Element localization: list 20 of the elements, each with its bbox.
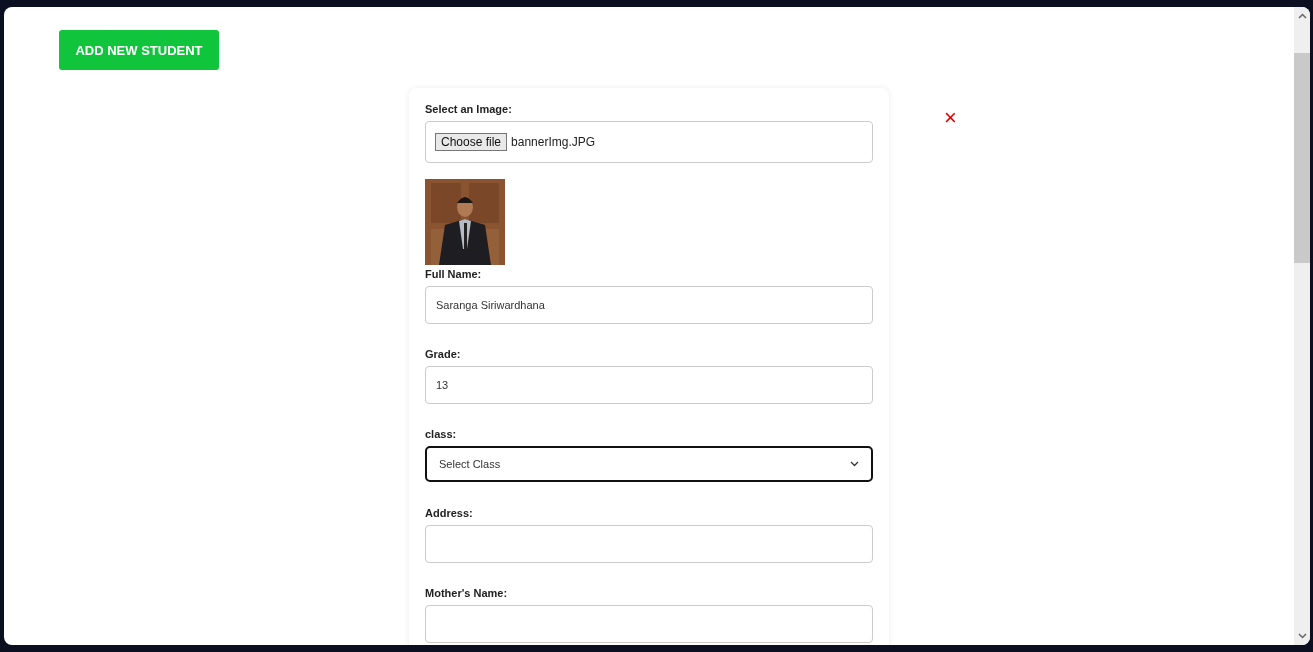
field-label: Grade: [425, 347, 462, 361]
field-label: Address: [425, 506, 474, 520]
scrollbar[interactable] [1294, 7, 1310, 645]
scroll-up-icon[interactable] [1297, 13, 1307, 19]
chevron-down-icon [850, 461, 859, 467]
scroll-down-icon[interactable] [1297, 633, 1307, 639]
file-input[interactable]: Choose file bannerImg.JPG [425, 121, 873, 163]
select-dropdown[interactable]: Select Class [425, 446, 873, 482]
text-input[interactable] [425, 525, 873, 563]
file-name: bannerImg.JPG [511, 135, 596, 149]
choose-file-button[interactable]: Choose file [435, 133, 508, 151]
close-icon[interactable]: × [944, 107, 957, 129]
text-input[interactable]: Saranga Siriwardhana [425, 286, 873, 324]
text-input[interactable]: 13 [425, 366, 873, 404]
field-label: Full Name: [425, 267, 483, 281]
field-label: Mother's Name: [425, 586, 509, 600]
field-label: Select an Image: [425, 102, 513, 116]
field-label: class: [425, 427, 458, 441]
scrollbar-thumb[interactable] [1294, 53, 1310, 263]
text-input[interactable] [425, 605, 873, 643]
